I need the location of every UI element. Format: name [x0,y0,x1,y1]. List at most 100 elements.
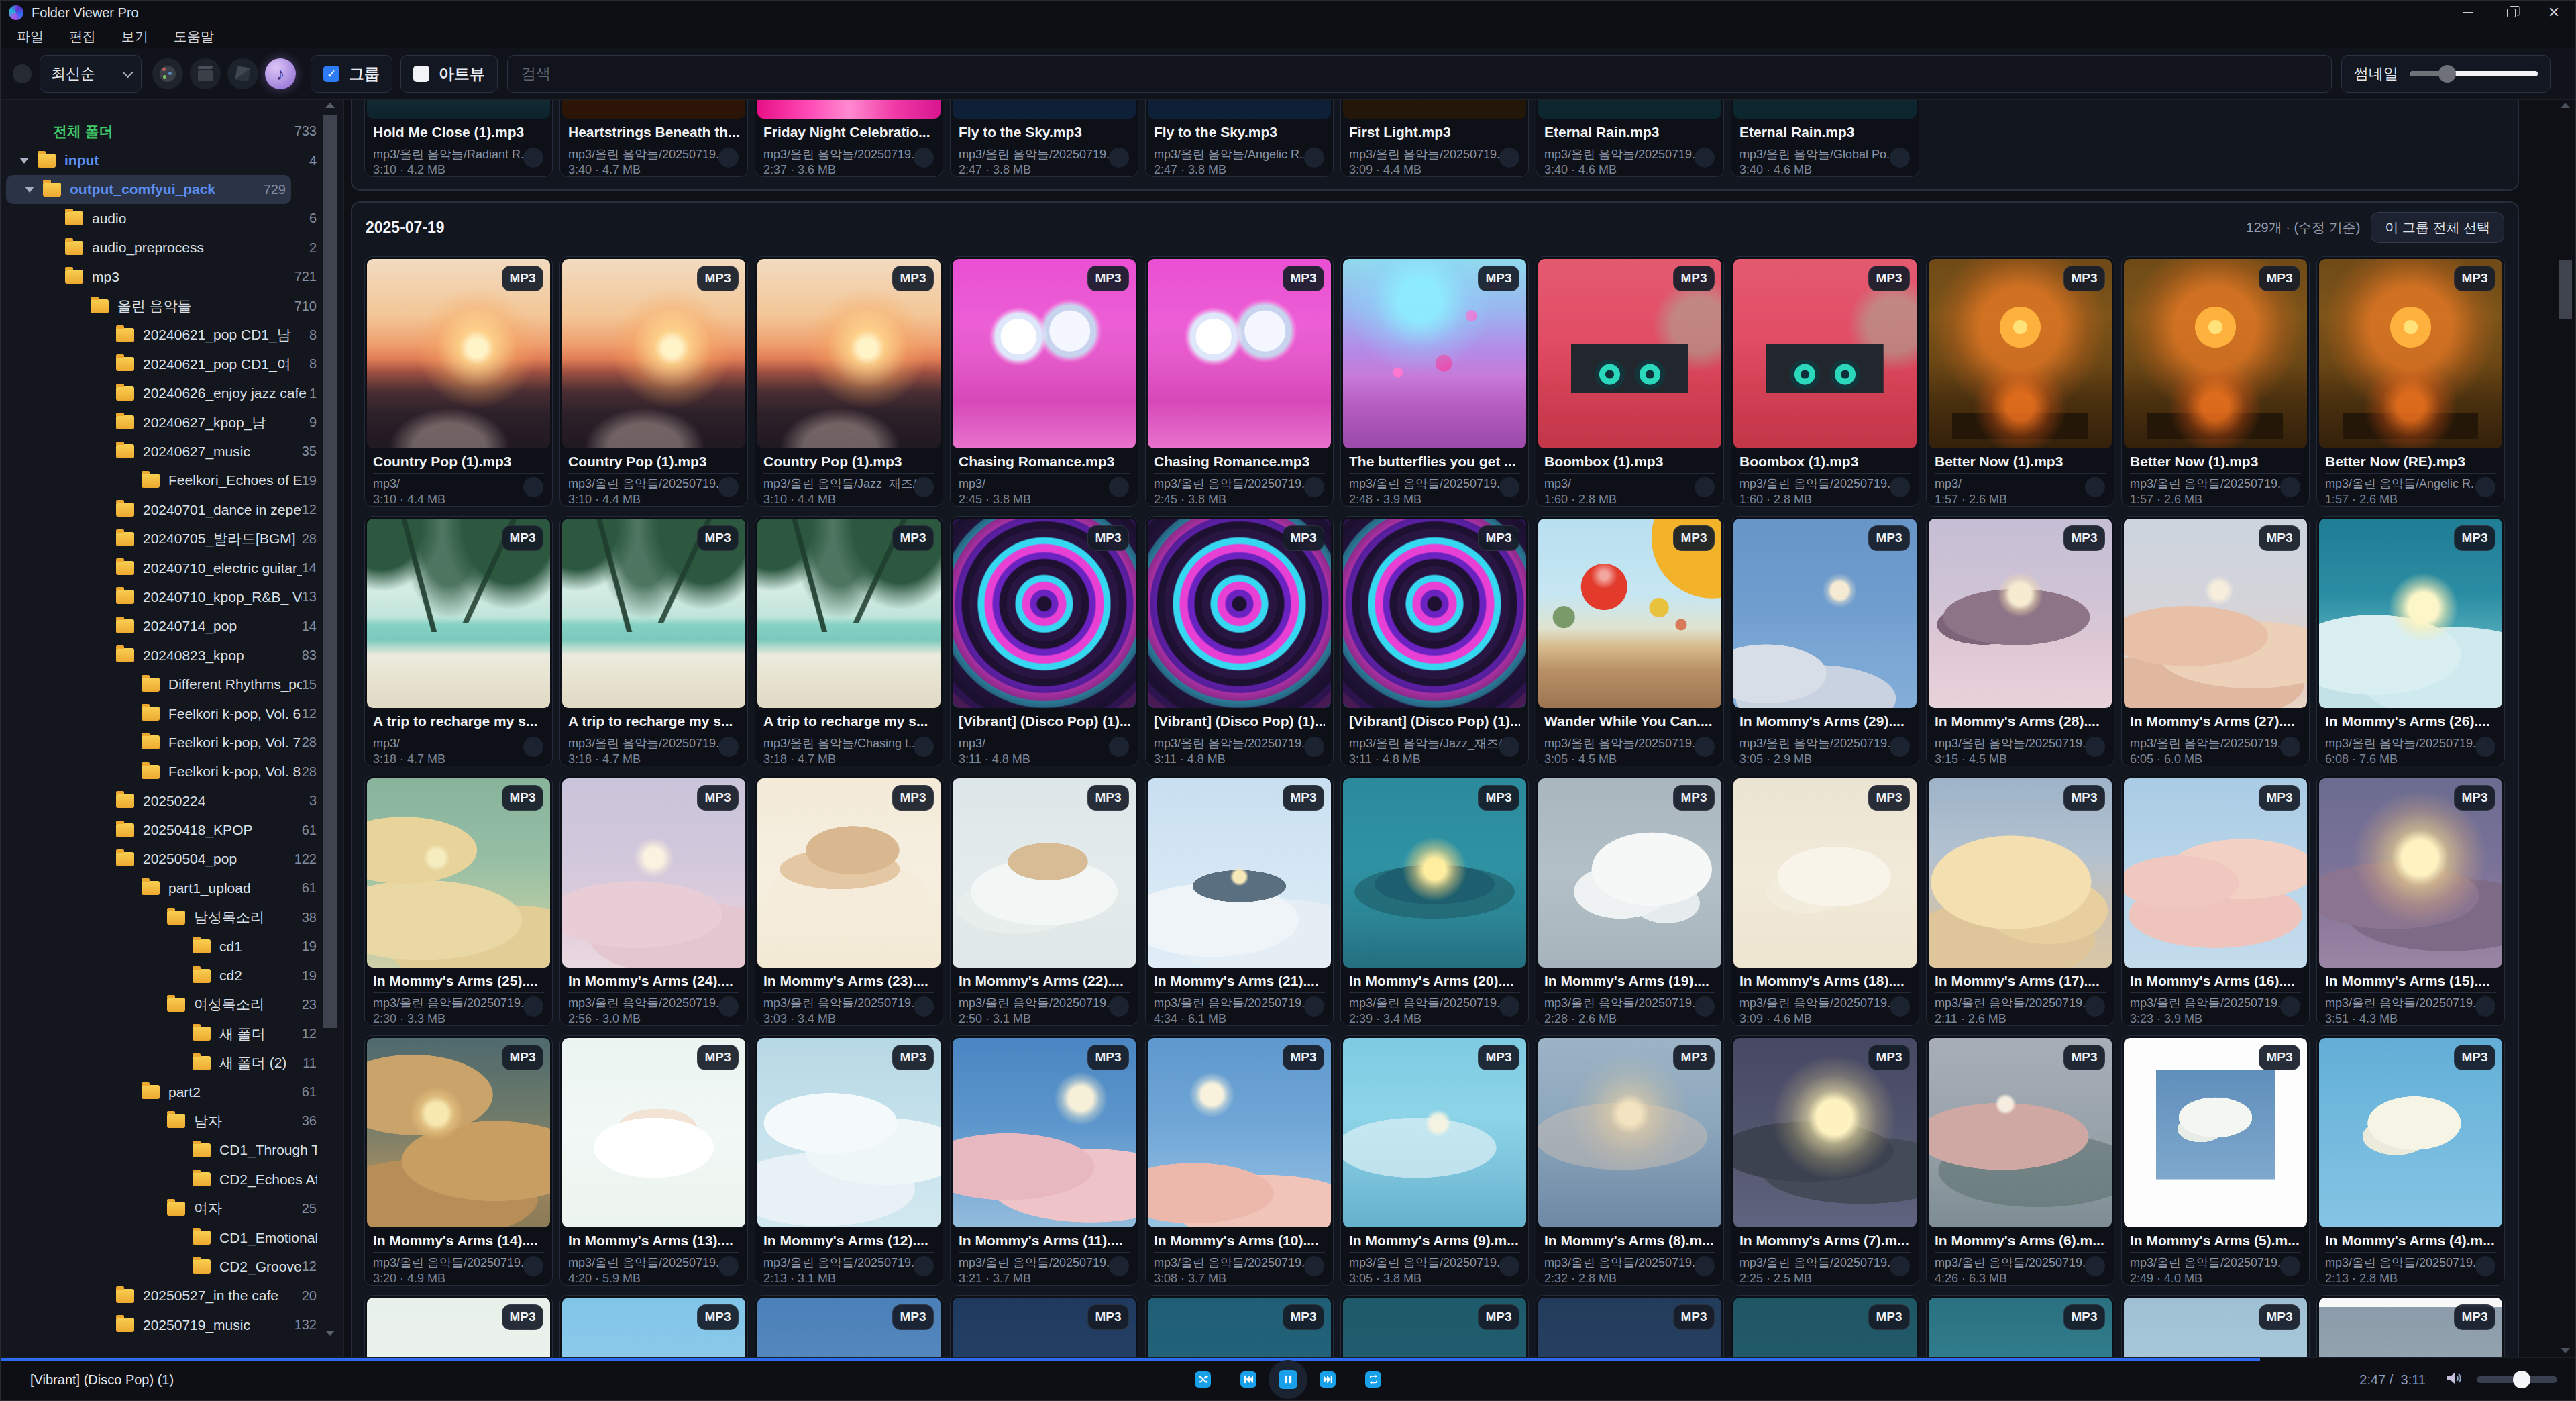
card-action-circle[interactable] [2085,737,2105,757]
file-card[interactable]: MP3In Mommy's Arms (29)....mp3/올린 음악들/20… [1731,516,1919,766]
sidebar-folder-20240710_electric guitar_bgm[interactable]: 20240710_electric guitar_bgm14 [1,554,317,582]
sidebar-scroll-down-icon[interactable] [325,1331,335,1336]
card-action-circle[interactable] [523,148,543,168]
card-action-circle[interactable] [523,737,543,757]
card-action-circle[interactable] [2280,477,2300,497]
card-action-circle[interactable] [523,996,543,1017]
card-action-circle[interactable] [1499,148,1519,168]
card-action-circle[interactable] [2475,996,2496,1017]
file-card[interactable]: MP3[Vibrant] (Disco Pop) (1)...mp3/올린 음악… [1340,516,1529,766]
file-card[interactable]: MP3A trip to recharge my s...mp3/올린 음악들/… [559,516,748,766]
card-action-circle[interactable] [1304,148,1324,168]
card-action-circle[interactable] [1695,477,1715,497]
file-card[interactable]: MP3First Light.mp3mp3/올린 음악들/20250719...… [1340,100,1529,177]
main-scroll-down-icon[interactable] [2561,1348,2570,1353]
volume-knob[interactable] [2513,1371,2530,1388]
card-action-circle[interactable] [2085,477,2105,497]
file-card[interactable]: MP3In Mommy's Arms (5).m...mp3/올린 음악들/20… [2121,1035,2310,1286]
file-card[interactable]: MP3In Mommy's Arms (21)....mp3/올린 음악들/20… [1145,776,1334,1026]
card-action-circle[interactable] [914,477,934,497]
file-card[interactable]: MP3In Mommy's Arms (15)....mp3/올린 음악들/20… [2316,776,2505,1026]
file-card[interactable]: MP3Wander While You Can....mp3/올린 음악들/20… [1536,516,1724,766]
file-card[interactable]: MP3 [755,1295,943,1357]
sidebar-folder-mp3[interactable]: mp3721 [1,262,317,291]
thumbnail-size-slider[interactable] [2410,71,2538,76]
card-action-circle[interactable] [1890,1256,1910,1276]
file-card[interactable]: MP3Better Now (RE).mp3mp3/올린 음악들/Angelic… [2316,256,2505,507]
file-card[interactable]: MP3In Mommy's Arms (17)....mp3/올린 음악들/20… [1926,776,2114,1026]
sidebar-folder-20240621_pop CD1_여[interactable]: 20240621_pop CD1_여8 [1,350,317,378]
card-action-circle[interactable] [1304,477,1324,497]
card-action-circle[interactable] [1499,477,1519,497]
sidebar-folder-여자[interactable]: 여자25 [1,1194,317,1223]
file-card[interactable]: MP3In Mommy's Arms (20)....mp3/올린 음악들/20… [1340,776,1529,1026]
sidebar-folder-20250527_in the cafe[interactable]: 20250527_in the cafe20 [1,1282,317,1310]
file-card[interactable]: MP3Country Pop (1).mp3mp3/3:10 · 4.4 MB [364,256,553,507]
card-action-circle[interactable] [914,737,934,757]
file-card[interactable]: MP3Boombox (1).mp3mp3/1:60 · 2.8 MB [1536,256,1724,507]
sidebar-folder-20240823_kpop[interactable]: 20240823_kpop83 [1,641,317,670]
file-card[interactable]: MP3 [1340,1295,1529,1357]
sidebar-folder-Feelkori k-pop, Vol. 6[interactable]: Feelkori k-pop, Vol. 612 [1,699,317,728]
sidebar-folder-Feelkori_Echoes of Emotion[interactable]: Feelkori_Echoes of Emotion19 [1,466,317,495]
card-action-circle[interactable] [2280,1256,2300,1276]
card-action-circle[interactable] [2085,1256,2105,1276]
file-card[interactable]: MP3In Mommy's Arms (12)....mp3/올린 음악들/20… [755,1035,943,1286]
file-card[interactable]: MP3The butterflies you get ...mp3/올린 음악들… [1340,256,1529,507]
menu-view[interactable]: 보기 [121,28,148,46]
sidebar-scroll-up-icon[interactable] [325,103,335,108]
sidebar-folder-새 폴더[interactable]: 새 폴더12 [1,1019,317,1048]
group-toggle[interactable]: ✓ 그룹 [311,55,392,93]
sidebar-folder-CD2_Echoes After the Ch[interactable]: CD2_Echoes After the Ch [1,1165,317,1194]
sort-dropdown[interactable]: 최신순 [40,55,142,93]
sidebar-folder-남자[interactable]: 남자36 [1,1106,317,1135]
file-card[interactable]: MP3In Mommy's Arms (27)....mp3/올린 음악들/20… [2121,516,2310,766]
file-card[interactable]: MP3In Mommy's Arms (26)....mp3/올린 음악들/20… [2316,516,2505,766]
select-group-button[interactable]: 이 그룹 전체 선택 [2371,212,2504,243]
sidebar-folder-20250224[interactable]: 202502243 [1,786,317,815]
file-card[interactable]: MP3Heartstrings Beneath th...mp3/올린 음악들/… [559,100,748,177]
sidebar-folder-Different Rhythms_pop[interactable]: Different Rhythms_pop15 [1,670,317,698]
file-card[interactable]: MP3 [1145,1295,1334,1357]
file-card[interactable]: MP3In Mommy's Arms (11)....mp3/올린 음악들/20… [950,1035,1138,1286]
card-action-circle[interactable] [718,996,739,1017]
menu-edit[interactable]: 편집 [69,28,96,46]
sidebar-folder-output_comfyui_pack[interactable]: output_comfyui_pack729 [6,175,291,204]
card-action-circle[interactable] [1109,737,1129,757]
card-action-circle[interactable] [1695,148,1715,168]
card-action-circle[interactable] [718,737,739,757]
sidebar-scrollbar[interactable] [323,115,337,1028]
music-view-button[interactable]: ♪ [265,58,296,89]
sidebar-folder-20250418_KPOP[interactable]: 20250418_KPOP61 [1,815,317,844]
pause-button[interactable] [1279,1370,1297,1389]
file-card[interactable]: MP3In Mommy's Arms (4).m...mp3/올린 음악들/20… [2316,1035,2505,1286]
sidebar-folder-20240701_dance in zepeto[interactable]: 20240701_dance in zepeto12 [1,495,317,524]
minimize-button[interactable] [2447,1,2489,25]
sidebar-folder-audio_preprocess[interactable]: audio_preprocess2 [1,234,317,262]
sidebar-folder-part2[interactable]: part261 [1,1078,317,1106]
file-card[interactable]: MP3 [950,1295,1138,1357]
main-scrollbar[interactable] [2559,100,2572,1357]
sidebar-folder-input[interactable]: input4 [1,146,317,174]
file-card[interactable]: MP3Friday Night Celebratio...mp3/올린 음악들/… [755,100,943,177]
sidebar-folder-20240626_enjoy jazz cafe (BGM)[interactable]: 20240626_enjoy jazz cafe (BGM)1 [1,379,317,408]
file-card[interactable]: MP3Fly to the Sky.mp3mp3/올린 음악들/20250719… [950,100,1138,177]
file-card[interactable]: MP3Chasing Romance.mp3mp3/올린 음악들/2025071… [1145,256,1334,507]
file-card[interactable]: MP3Better Now (1).mp3mp3/1:57 · 2.6 MB [1926,256,2114,507]
card-action-circle[interactable] [1304,737,1324,757]
card-action-circle[interactable] [1109,1256,1129,1276]
card-action-circle[interactable] [1890,148,1910,168]
sidebar-folder-여성목소리[interactable]: 여성목소리23 [1,990,317,1019]
file-card[interactable]: MP3In Mommy's Arms (23)....mp3/올린 음악들/20… [755,776,943,1026]
card-action-circle[interactable] [2475,1256,2496,1276]
sidebar-folder-CD1_Emotional Circuits[interactable]: CD1_Emotional Circuits [1,1223,317,1252]
card-action-circle[interactable] [718,477,739,497]
menu-help[interactable]: 도움말 [174,28,214,46]
expand-arrow-icon[interactable] [19,158,29,164]
file-card[interactable]: MP3 [559,1295,748,1357]
file-card[interactable]: MP3Country Pop (1).mp3mp3/올린 음악들/Jazz_재즈… [755,256,943,507]
sidebar-folder-cd1[interactable]: cd119 [1,932,317,961]
file-card[interactable]: MP3 [364,1295,553,1357]
file-card[interactable]: MP3In Mommy's Arms (14)....mp3/올린 음악들/20… [364,1035,553,1286]
palette-button[interactable] [152,58,183,89]
